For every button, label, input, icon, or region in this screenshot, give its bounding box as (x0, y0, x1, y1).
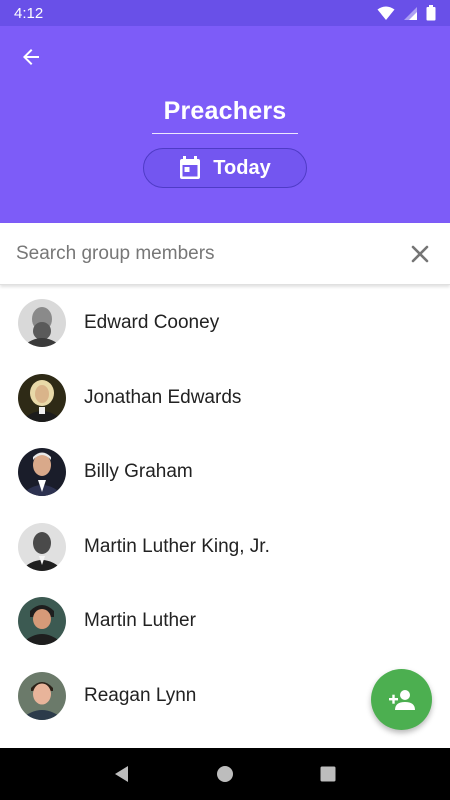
list-item[interactable]: Martin Luther King, Jr. (0, 510, 450, 585)
wifi-icon (377, 6, 395, 20)
member-name: Jonathan Edwards (84, 386, 242, 408)
close-icon (411, 245, 429, 262)
battery-icon (426, 5, 436, 21)
avatar (18, 522, 66, 571)
member-name: Martin Luther (84, 610, 196, 632)
search-bar (0, 223, 450, 285)
list-item[interactable]: Jonathan Edwards (0, 361, 450, 436)
back-triangle-icon (114, 766, 128, 782)
add-person-icon (388, 689, 415, 710)
list-item[interactable]: Billy Graham (0, 435, 450, 510)
add-member-button[interactable] (371, 669, 432, 730)
list-item[interactable]: Edward Cooney (0, 286, 450, 361)
nav-recents-button[interactable] (308, 754, 348, 794)
system-nav-bar (0, 748, 450, 800)
date-picker-button[interactable]: Today (143, 148, 307, 188)
list-item[interactable]: Martin Luther (0, 584, 450, 659)
member-name: Martin Luther King, Jr. (84, 535, 270, 557)
avatar (18, 597, 66, 646)
clear-search-button[interactable] (398, 232, 442, 276)
calendar-icon (180, 156, 201, 179)
status-time: 4:12 (14, 4, 44, 22)
nav-home-button[interactable] (205, 754, 245, 794)
avatar (18, 299, 66, 348)
home-circle-icon (216, 766, 233, 782)
recents-square-icon (320, 766, 336, 782)
status-icons (377, 5, 436, 21)
group-title-field[interactable]: Preachers (152, 90, 298, 134)
avatar (18, 373, 66, 422)
status-bar: 4:12 (0, 0, 450, 26)
member-name: Billy Graham (84, 461, 193, 483)
date-label: Today (213, 156, 271, 179)
nav-back-button[interactable] (102, 754, 142, 794)
page-title: Preachers (163, 97, 287, 125)
signal-icon (404, 6, 417, 20)
search-input[interactable] (0, 242, 398, 265)
arrow-left-icon (23, 49, 39, 65)
member-name: Edward Cooney (84, 312, 220, 334)
app-header: Preachers Today (0, 26, 450, 223)
avatar (18, 448, 66, 497)
avatar (18, 671, 66, 720)
back-button[interactable] (14, 40, 48, 74)
member-name: Reagan Lynn (84, 684, 197, 706)
